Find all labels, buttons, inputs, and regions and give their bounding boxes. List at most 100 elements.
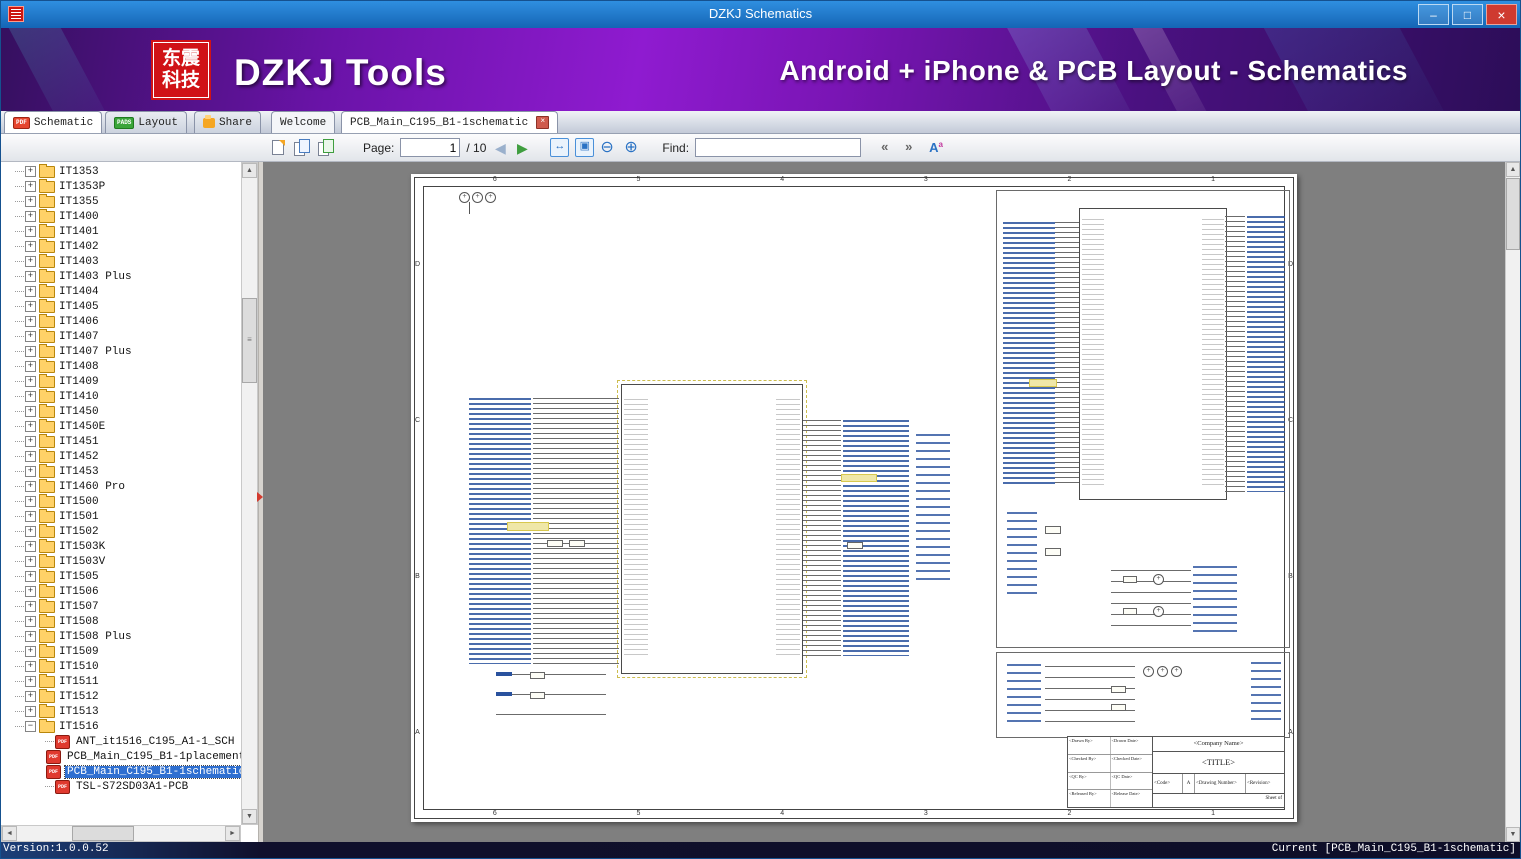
fit-page-icon[interactable] bbox=[575, 138, 595, 157]
expand-icon[interactable] bbox=[25, 556, 36, 567]
expand-icon[interactable] bbox=[25, 181, 36, 192]
scroll-down-icon[interactable]: ▼ bbox=[242, 809, 257, 824]
expand-icon[interactable] bbox=[25, 451, 36, 462]
single-page-icon[interactable] bbox=[269, 139, 287, 157]
tree-item[interactable]: IT1508 Plus bbox=[1, 628, 241, 644]
tree-item[interactable]: IT1409 bbox=[1, 373, 241, 389]
expand-icon[interactable] bbox=[25, 601, 36, 612]
expand-icon[interactable] bbox=[25, 286, 36, 297]
zoom-out-icon[interactable] bbox=[600, 139, 618, 157]
next-page-icon[interactable] bbox=[514, 139, 530, 157]
tree-item[interactable]: IT1511 bbox=[1, 673, 241, 689]
tab-share[interactable]: Share bbox=[194, 111, 262, 133]
expand-icon[interactable] bbox=[25, 211, 36, 222]
document-viewer[interactable]: 654321 654321 DCBA DCBA + + + + + + + + … bbox=[263, 162, 1506, 842]
expand-icon[interactable] bbox=[25, 301, 36, 312]
facing-pages-icon[interactable] bbox=[293, 138, 311, 157]
expand-icon[interactable] bbox=[25, 241, 36, 252]
tree-item[interactable]: IT1460 Pro bbox=[1, 478, 241, 494]
expand-icon[interactable] bbox=[25, 361, 36, 372]
scroll-up-icon[interactable]: ▲ bbox=[1506, 162, 1520, 177]
tab-schematic[interactable]: PDF Schematic bbox=[4, 111, 103, 133]
continuous-pages-icon[interactable] bbox=[317, 138, 335, 157]
expand-icon[interactable] bbox=[25, 706, 36, 717]
expand-icon[interactable] bbox=[25, 541, 36, 552]
tree-item[interactable]: IT1400 bbox=[1, 208, 241, 224]
tree-item[interactable]: IT1452 bbox=[1, 448, 241, 464]
close-tab-icon[interactable] bbox=[536, 116, 550, 129]
tree-item[interactable]: IT1408 bbox=[1, 358, 241, 374]
tree-item[interactable]: IT1509 bbox=[1, 643, 241, 659]
tree-item[interactable]: IT1503V bbox=[1, 553, 241, 569]
zoom-in-icon[interactable] bbox=[624, 139, 642, 157]
expand-icon[interactable] bbox=[25, 691, 36, 702]
tree-item[interactable]: IT1401 bbox=[1, 223, 241, 239]
tree-item[interactable]: IT1508 bbox=[1, 613, 241, 629]
tree-item[interactable]: IT1451 bbox=[1, 433, 241, 449]
expand-icon[interactable] bbox=[25, 376, 36, 387]
maximize-button[interactable] bbox=[1452, 4, 1483, 25]
expand-icon[interactable] bbox=[25, 271, 36, 282]
scroll-up-icon[interactable]: ▲ bbox=[242, 163, 257, 178]
expand-icon[interactable] bbox=[25, 631, 36, 642]
scrollbar-thumb[interactable] bbox=[1506, 178, 1520, 250]
tree-doc-item[interactable]: TSL-S72SD03A1-PCB bbox=[1, 779, 241, 794]
tree-item[interactable]: IT1500 bbox=[1, 493, 241, 509]
collapse-icon[interactable] bbox=[25, 721, 36, 732]
expand-icon[interactable] bbox=[25, 676, 36, 687]
tree-item[interactable]: IT1507 bbox=[1, 598, 241, 614]
tree-item[interactable]: IT1404 bbox=[1, 283, 241, 299]
expand-icon[interactable] bbox=[25, 646, 36, 657]
tree-item[interactable]: IT1403 Plus bbox=[1, 268, 241, 284]
expand-icon[interactable] bbox=[25, 256, 36, 267]
expand-icon[interactable] bbox=[25, 166, 36, 177]
expand-icon[interactable] bbox=[25, 196, 36, 207]
tree-item[interactable]: IT1407 bbox=[1, 328, 241, 344]
sidebar-horizontal-scrollbar[interactable]: ◄ ► bbox=[1, 825, 241, 842]
tree-doc-item[interactable]: PCB_Main_C195_B1-1placement bbox=[1, 749, 241, 764]
tree-item[interactable]: IT1353P bbox=[1, 178, 241, 194]
tree-item[interactable]: IT1403 bbox=[1, 253, 241, 269]
schematic-canvas[interactable]: 654321 654321 DCBA DCBA + + + + + + + + … bbox=[411, 174, 1297, 822]
tree-item[interactable]: IT1450 bbox=[1, 403, 241, 419]
expand-icon[interactable] bbox=[25, 331, 36, 342]
tree-item[interactable]: IT1506 bbox=[1, 583, 241, 599]
find-previous-icon[interactable] bbox=[881, 139, 899, 157]
expand-icon[interactable] bbox=[25, 511, 36, 522]
scroll-left-icon[interactable]: ◄ bbox=[2, 826, 17, 841]
find-next-icon[interactable] bbox=[905, 139, 923, 157]
expand-icon[interactable] bbox=[25, 346, 36, 357]
fit-width-icon[interactable] bbox=[550, 138, 570, 157]
expand-icon[interactable] bbox=[25, 226, 36, 237]
tree-item-expanded[interactable]: IT1516 bbox=[1, 718, 241, 734]
expand-icon[interactable] bbox=[25, 616, 36, 627]
minimize-button[interactable] bbox=[1418, 4, 1449, 25]
expand-icon[interactable] bbox=[25, 526, 36, 537]
tree-item[interactable]: IT1355 bbox=[1, 193, 241, 209]
scroll-down-icon[interactable]: ▼ bbox=[1506, 827, 1520, 842]
tree-item[interactable]: IT1406 bbox=[1, 313, 241, 329]
expand-icon[interactable] bbox=[25, 661, 36, 672]
expand-icon[interactable] bbox=[25, 391, 36, 402]
page-input[interactable] bbox=[400, 138, 461, 157]
tree-doc-item[interactable]: ANT_it1516_C195_A1-1_SCH bbox=[1, 734, 241, 749]
expand-icon[interactable] bbox=[25, 406, 36, 417]
doc-tab-welcome[interactable]: Welcome bbox=[271, 111, 336, 133]
tree-item[interactable]: IT1512 bbox=[1, 688, 241, 704]
tree-item[interactable]: IT1450E bbox=[1, 418, 241, 434]
tree-item[interactable]: IT1501 bbox=[1, 508, 241, 524]
expand-icon[interactable] bbox=[25, 316, 36, 327]
expand-icon[interactable] bbox=[25, 421, 36, 432]
close-button[interactable] bbox=[1486, 4, 1517, 25]
find-input[interactable] bbox=[695, 138, 862, 157]
scroll-right-icon[interactable]: ► bbox=[225, 826, 240, 841]
tree-item[interactable]: IT1502 bbox=[1, 523, 241, 539]
expand-icon[interactable] bbox=[25, 436, 36, 447]
tree-item[interactable]: IT1513 bbox=[1, 703, 241, 719]
scrollbar-thumb[interactable] bbox=[72, 826, 134, 841]
tree-item[interactable]: IT1503K bbox=[1, 538, 241, 554]
expand-icon[interactable] bbox=[25, 466, 36, 477]
tree-item[interactable]: IT1407 Plus bbox=[1, 343, 241, 359]
tree-item[interactable]: IT1405 bbox=[1, 298, 241, 314]
expand-icon[interactable] bbox=[25, 481, 36, 492]
